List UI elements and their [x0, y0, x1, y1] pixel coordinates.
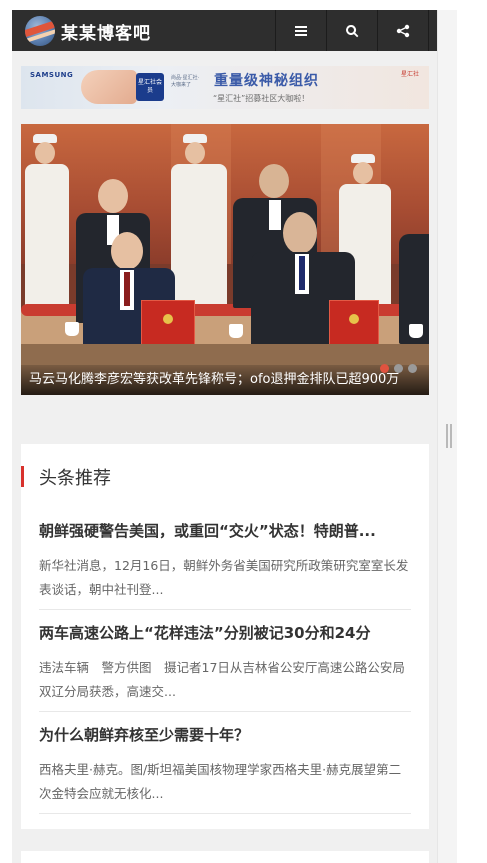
- scrollbar-grip[interactable]: [446, 424, 452, 448]
- share-icon: [396, 24, 409, 37]
- headline-item[interactable]: 朝鲜强硬警告美国，或重回“交火”状态！特朗普... 新华社消息，12月16日，朝…: [39, 520, 411, 610]
- page-container: 某某博客吧 SAMSUNG 星汇社会员 尚品·星汇社·大咖来了 重量级神秘组织 …: [12, 10, 437, 863]
- headline-item[interactable]: 两车高速公路上“花样违法”分别被记30分和24分 违法车辆 警方供图 摄记者17…: [39, 622, 411, 712]
- headline-section: 头条推荐 朝鲜强硬警告美国，或重回“交火”状态！特朗普... 新华社消息，12月…: [21, 444, 429, 829]
- menu-button[interactable]: [275, 10, 325, 51]
- headline-desc: 违法车辆 警方供图 摄记者17日从吉林省公安厅高速公路公安局双辽分局获悉，高速交…: [39, 660, 405, 699]
- slider-dot[interactable]: [380, 364, 389, 373]
- ad-logo: 星汇社: [400, 71, 419, 78]
- headline-title[interactable]: 两车高速公路上“花样违法”分别被记30分和24分: [39, 622, 411, 643]
- headline-title[interactable]: 为什么朝鲜弃核至少需要十年？: [39, 724, 411, 745]
- slider-dot[interactable]: [394, 364, 403, 373]
- slider-dot[interactable]: [408, 364, 417, 373]
- slide-caption[interactable]: 马云马化腾李彦宏等获改革先锋称号；ofo退押金排队已超900万: [29, 368, 415, 387]
- top-header: 某某博客吧: [12, 10, 437, 51]
- header-edge: [428, 10, 437, 51]
- ad-card: 星汇社会员: [136, 73, 164, 101]
- headline-title[interactable]: 朝鲜强硬警告美国，或重回“交火”状态！特朗普...: [39, 520, 411, 541]
- site-logo-icon[interactable]: [25, 16, 55, 46]
- banner-ad[interactable]: SAMSUNG 星汇社会员 尚品·星汇社·大咖来了 重量级神秘组织 “星汇社”招…: [21, 66, 429, 109]
- ad-title: 重量级神秘组织: [214, 73, 319, 89]
- headline-desc: 西格夫里·赫克。图/斯坦福美国核物理学家西格夫里·赫克展望第二次金特会应就无核化…: [39, 762, 402, 801]
- site-title[interactable]: 某某博客吧: [61, 19, 151, 44]
- ad-subtitle: “星汇社”招募社区大咖啦！: [213, 94, 310, 103]
- featured-slider[interactable]: 马云马化腾李彦宏等获改革先锋称号；ofo退押金排队已超900万: [21, 124, 429, 395]
- ad-hand-image: [81, 70, 137, 104]
- ad-small-text: 尚品·星汇社·大咖来了: [171, 75, 200, 88]
- search-button[interactable]: [326, 10, 376, 51]
- teacup: [65, 322, 79, 336]
- ad-brand: SAMSUNG: [30, 71, 74, 79]
- menu-icon: [294, 25, 307, 36]
- headline-desc: 新华社消息，12月16日，朝鲜外务省美国研究所政策研究室室长发表谈话，朝中社刊登…: [39, 558, 409, 597]
- headline-item[interactable]: 为什么朝鲜弃核至少需要十年？ 西格夫里·赫克。图/斯坦福美国核物理学家西格夫里·…: [39, 724, 411, 814]
- section-title: 头条推荐: [39, 468, 111, 489]
- teacup: [229, 324, 243, 338]
- next-section-card: [21, 851, 429, 863]
- slider-dots: [380, 364, 417, 373]
- section-accent-bar: [21, 466, 24, 487]
- teacup: [409, 324, 423, 338]
- search-icon: [345, 24, 358, 37]
- share-button[interactable]: [377, 10, 427, 51]
